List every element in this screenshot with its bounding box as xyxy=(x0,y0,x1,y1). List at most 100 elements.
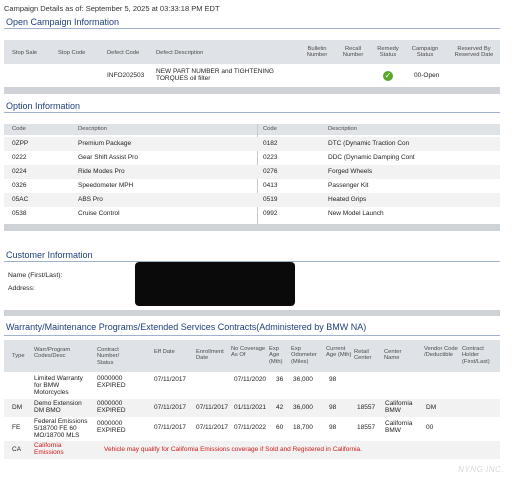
header-option-code-right: Code xyxy=(263,126,277,132)
option-code: 0413 xyxy=(263,182,278,189)
customer-name-label: Name (First/Last): xyxy=(8,272,63,279)
header-contract: Contract Number/ Status xyxy=(97,347,120,366)
option-code: 0224 xyxy=(12,168,27,175)
warranty-enroll-date: 07/11/2017 xyxy=(196,404,229,411)
option-code: 0519 xyxy=(263,196,278,203)
option-description: Heated Grips xyxy=(328,196,367,203)
option-description: Ride Modes Pro xyxy=(78,168,125,175)
option-description: DTC (Dynamic Traction Con xyxy=(328,140,410,147)
warranty-retail-center: 18557 xyxy=(357,424,376,431)
header-stop-sale: Stop Sale xyxy=(12,50,38,56)
warranty-program: Federal Emissions 5/18700 FE 60 MO/18700… xyxy=(34,418,88,440)
header-center-name: Center Name xyxy=(384,349,402,362)
california-emissions-label: California Emissions xyxy=(34,442,64,457)
open-campaign-header: Stop Sale Stop Code Defect Code Defect D… xyxy=(4,40,500,64)
header-defect-code: Defect Code xyxy=(107,50,140,56)
header-campaign-status: Campaign Status xyxy=(411,46,439,59)
warranty-title: Warranty/Maintenance Programs/Extended S… xyxy=(4,322,500,336)
header-remedy-status: Remedy Status xyxy=(377,46,399,59)
warranty-exp-age: 36 xyxy=(276,376,284,383)
header-eff-date: Eff Date xyxy=(154,349,175,355)
option-description: Cruise Control xyxy=(78,210,120,217)
warranty-exp-odometer: 18,700 xyxy=(293,424,313,431)
option-description: ABS Pro xyxy=(78,196,103,203)
warranty-center-name: California BMW xyxy=(385,400,413,415)
option-row: 0538 Cruise Control 0992 New Model Launc… xyxy=(4,207,500,221)
warranty-current-age: 98 xyxy=(329,404,337,411)
warranty-current-age: 98 xyxy=(329,424,337,431)
redacted-customer-block xyxy=(135,262,295,306)
header-reserved-by: Reserved By Reserved Date xyxy=(454,46,494,59)
header-exp-age: Exp Age (Mth) xyxy=(269,346,283,365)
header-contract-holder: Contract Holder (First/Last) xyxy=(462,346,490,365)
option-code: 0276 xyxy=(263,168,278,175)
warranty-enroll-date: 07/11/2017 xyxy=(196,424,229,431)
warranty-row: DM Demo Extension DM BMO 0000000 EXPIRED… xyxy=(4,399,500,417)
header-bulletin-number: Bulletin Number xyxy=(306,46,328,59)
option-row: 0224 Ride Modes Pro 0276 Forged Wheels xyxy=(4,165,500,179)
option-description: Premium Package xyxy=(78,140,132,147)
defect-description: NEW PART NUMBER and TIGHTENING TORQUES o… xyxy=(156,68,274,83)
option-description: New Model Launch xyxy=(328,210,384,217)
header-current-age: Current Age (Mth) xyxy=(326,346,352,359)
option-header: Code Description Code Description xyxy=(4,124,500,135)
open-campaign-row[interactable]: INFO202503 NEW PART NUMBER and TIGHTENIN… xyxy=(4,66,500,86)
check-circle-icon: ✓ xyxy=(383,71,393,81)
header-defect-description: Defect Description xyxy=(156,50,204,56)
option-code: 0538 xyxy=(12,210,27,217)
warranty-type: FE xyxy=(12,424,21,431)
warranty-retail-center: 18557 xyxy=(357,404,376,411)
option-row: 0326 Speedometer MPH 0413 Passenger Kit xyxy=(4,179,500,193)
california-emissions-note: Vehicle may qualify for California Emiss… xyxy=(104,446,362,453)
open-campaign-title: Open Campaign Information xyxy=(4,17,500,29)
header-retail-center: Retail Center xyxy=(354,349,372,362)
option-code: 0992 xyxy=(263,210,278,217)
warranty-exp-age: 42 xyxy=(276,404,284,411)
option-code: 0326 xyxy=(12,182,27,189)
section-separator xyxy=(4,87,500,94)
header-option-desc-left: Description xyxy=(78,126,107,132)
warranty-type: DM xyxy=(12,404,23,411)
warranty-eff-date: 07/11/2017 xyxy=(154,404,187,411)
warranty-contract: 0000000 EXPIRED xyxy=(97,400,126,415)
header-exp-odometer: Exp Odometer (Miles) xyxy=(291,346,317,365)
warranty-contract: 0000000 EXPIRED xyxy=(97,420,126,435)
option-info-title: Option Information xyxy=(4,101,500,113)
warranty-exp-odometer: 36,000 xyxy=(293,404,313,411)
header-recall-number: Recall Number xyxy=(342,46,364,59)
watermark: NYNG INC. xyxy=(458,465,504,474)
warranty-vendor-code: 00 xyxy=(426,424,434,431)
warranty-program: Limited Warranty for BMW Motorcycles xyxy=(34,375,83,397)
option-code: 05AC xyxy=(12,196,29,203)
warranty-no-coverage: 07/11/2020 xyxy=(234,376,267,383)
option-row: 0ZPP Premium Package 0182 DTC (Dynamic T… xyxy=(4,137,500,151)
customer-info-title: Customer Information xyxy=(4,250,500,262)
warranty-header: Type Warr/Program Codes/Desc Contract Nu… xyxy=(4,340,500,372)
warranty-exp-age: 60 xyxy=(276,424,284,431)
warranty-row: Limited Warranty for BMW Motorcycles 000… xyxy=(4,374,500,398)
warranty-program: Demo Extension DM BMO xyxy=(34,400,82,415)
warranty-exp-odometer: 36,000 xyxy=(293,376,313,383)
warranty-contract: 0000000 EXPIRED xyxy=(97,375,126,390)
option-description: Passenger Kit xyxy=(328,182,369,189)
warranty-no-coverage: 07/11/2022 xyxy=(234,424,267,431)
warranty-no-coverage: 01/11/2021 xyxy=(234,404,267,411)
option-row: 05AC ABS Pro 0519 Heated Grips xyxy=(4,193,500,207)
warranty-ca-row: CA California Emissions Vehicle may qual… xyxy=(4,441,500,459)
option-description: Forged Wheels xyxy=(328,168,373,175)
option-row: 0222 Gear Shift Assist Pro 0223 DDC (Dyn… xyxy=(4,151,500,165)
header-vendor-code: Vendor Code /Deductible xyxy=(424,346,458,359)
option-description: DDC (Dynamic Damping Cont xyxy=(328,154,415,161)
header-no-coverage: No Coverage As Of xyxy=(231,346,266,359)
campaign-as-of-text: Campaign Details as of: September 5, 202… xyxy=(4,4,220,13)
header-enroll-date: Enrollment Date xyxy=(196,349,224,362)
header-program: Warr/Program Codes/Desc xyxy=(34,347,71,360)
warranty-vendor-code: DM xyxy=(426,404,437,411)
header-option-desc-right: Description xyxy=(328,126,357,132)
campaign-status: 00-Open xyxy=(414,72,440,79)
warranty-eff-date: 07/11/2017 xyxy=(154,424,187,431)
section-separator xyxy=(4,310,500,316)
customer-address-label: Address: xyxy=(8,285,35,292)
warranty-eff-date: 07/11/2017 xyxy=(154,376,187,383)
option-code: 0182 xyxy=(263,140,278,147)
